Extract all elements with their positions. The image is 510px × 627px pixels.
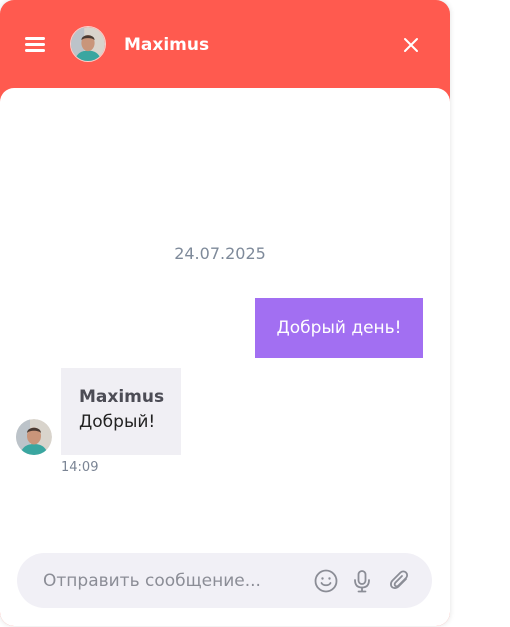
date-separator: 24.07.2025 bbox=[174, 244, 266, 263]
message-text: Добрый! bbox=[79, 412, 156, 432]
microphone-icon[interactable] bbox=[349, 568, 375, 594]
message-input[interactable] bbox=[43, 553, 293, 608]
message-time: 14:09 bbox=[61, 460, 99, 475]
sender-avatar bbox=[16, 419, 52, 455]
hamburger-menu-icon[interactable] bbox=[23, 34, 47, 54]
contact-name: Maximus bbox=[124, 35, 210, 55]
paperclip-icon[interactable] bbox=[387, 568, 413, 594]
close-icon[interactable] bbox=[402, 36, 420, 54]
chat-widget: Maximus 24.07.2025 Добрый день! Maximus … bbox=[0, 0, 450, 626]
emoji-icon[interactable] bbox=[313, 568, 339, 594]
message-composer bbox=[17, 553, 432, 608]
chat-body: 24.07.2025 Добрый день! Maximus Добрый! … bbox=[0, 88, 450, 626]
outgoing-message: Добрый день! bbox=[255, 298, 423, 358]
message-sender: Maximus bbox=[79, 387, 165, 407]
contact-avatar[interactable] bbox=[70, 26, 106, 62]
chat-header: Maximus bbox=[0, 0, 450, 90]
incoming-message: Maximus Добрый! bbox=[61, 368, 181, 455]
